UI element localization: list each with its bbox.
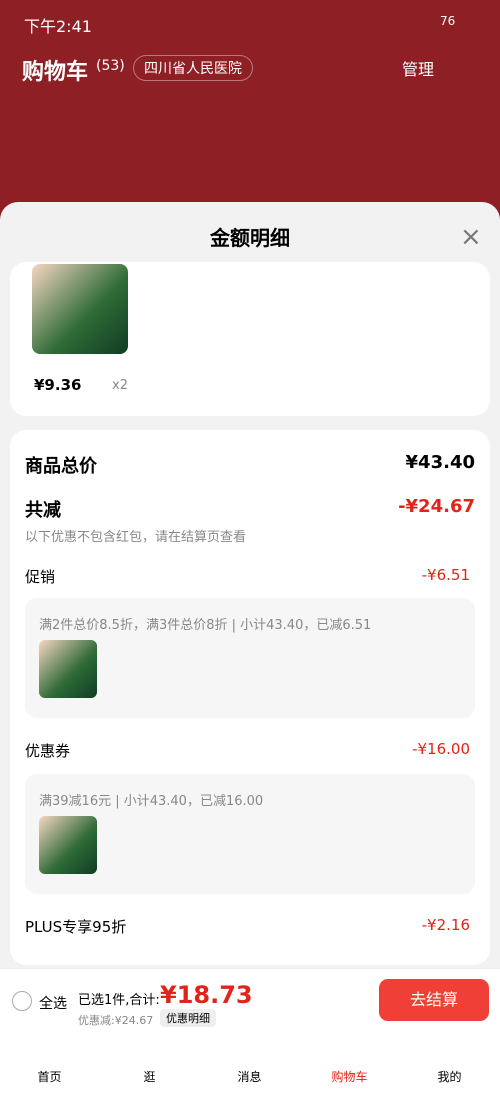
checkout-button[interactable]: 去结算 xyxy=(379,979,489,1021)
coupon-product-image xyxy=(39,816,97,874)
page-title: 购物车 xyxy=(22,60,89,85)
cart-count: (53) xyxy=(96,58,125,74)
total-value: ¥43.40 xyxy=(405,452,475,473)
reduce-value: -¥24.67 xyxy=(398,496,475,517)
tab-messages[interactable]: 消息 xyxy=(212,1068,287,1085)
select-all-checkbox[interactable] xyxy=(12,991,32,1011)
product-card: ¥9.36 x2 xyxy=(10,262,490,416)
status-time: 下午2:41 xyxy=(24,17,92,36)
tab-home[interactable]: 首页 xyxy=(12,1068,87,1085)
tab-browse[interactable]: 逛 xyxy=(112,1068,187,1085)
checkout-bar: 全选 已选1件,合计: ¥18.73 优惠减:¥24.67 优惠明细 去结算 xyxy=(0,968,500,1030)
location-chip[interactable]: 四川省人民医院 xyxy=(133,55,253,81)
manage-button[interactable]: 管理 xyxy=(402,56,434,80)
breakdown-card: 商品总价 ¥43.40 共减 -¥24.67 以下优惠不包含红包，请在结算页查看… xyxy=(10,430,490,965)
product-qty: x2 xyxy=(112,378,128,393)
battery: 76 xyxy=(440,14,456,28)
total-amount: ¥18.73 xyxy=(160,981,253,1009)
promo-product-image xyxy=(39,640,97,698)
product-price: ¥9.36 xyxy=(34,376,82,394)
tab-cart[interactable]: 购物车 xyxy=(312,1068,387,1085)
tab-profile[interactable]: 我的 xyxy=(412,1068,487,1085)
sheet-title: 金额明细 xyxy=(210,226,290,250)
close-icon[interactable]: × xyxy=(460,222,482,252)
promo-toggle[interactable]: -¥6.51 xyxy=(422,566,470,584)
plus-toggle[interactable]: -¥2.16 xyxy=(422,916,470,934)
product-image[interactable] xyxy=(32,264,128,354)
coupon-toggle[interactable]: -¥16.00 xyxy=(412,740,470,758)
bottom-tabbar: 首页 逛 消息 购物车 我的 xyxy=(0,1030,500,1111)
discount-detail-button[interactable]: 优惠明细 xyxy=(160,1009,216,1027)
